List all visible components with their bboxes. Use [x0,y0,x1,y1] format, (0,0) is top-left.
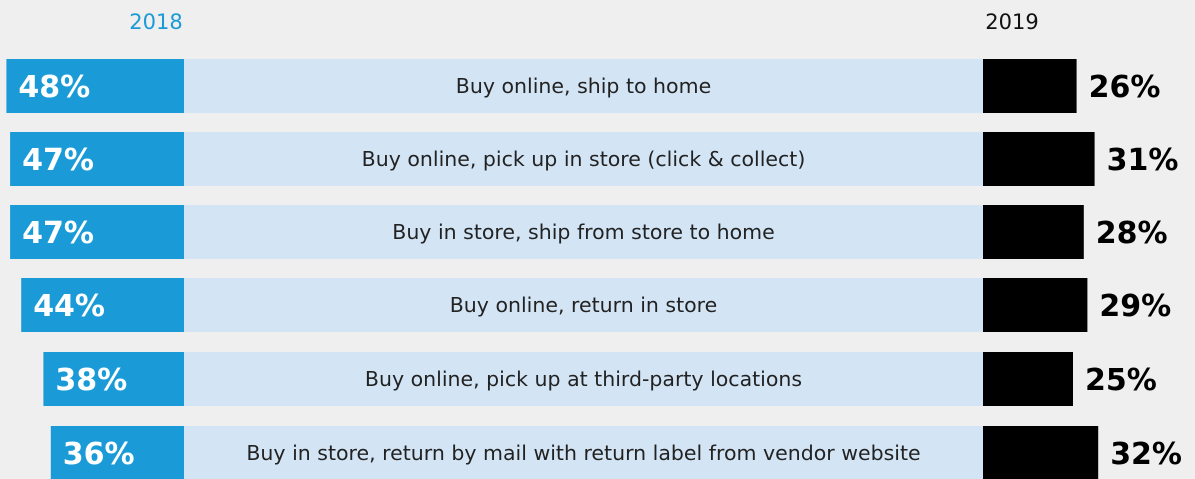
value-label-2019: 32% [1110,437,1182,472]
bar-2019 [983,205,1084,259]
bar-2019 [983,132,1095,186]
value-label-2019: 25% [1085,363,1157,398]
bar-2019 [983,426,1099,479]
category-label: Buy in store, return by mail with return… [246,441,920,465]
category-label: Buy online, return in store [450,293,718,317]
value-label-2018: 47% [22,143,94,178]
value-label-2019: 26% [1089,70,1161,105]
chart: 2018 2019 48% Buy online, ship to home 26%… [6,10,1182,479]
value-label-2018: 38% [55,363,127,398]
category-label: Buy in store, ship from store to home [392,220,775,244]
value-label-2018: 44% [33,289,105,324]
value-label-2019: 29% [1099,289,1171,324]
value-label-2018: 36% [63,437,135,472]
value-label-2019: 31% [1107,143,1179,178]
chart-rows: 48% Buy online, ship to home 26% 47% Buy onl… [6,59,1182,479]
bar-2019 [983,352,1073,406]
legend-2019: 2019 [985,10,1038,34]
bar-2019 [983,278,1088,332]
category-label: Buy online, ship to home [456,74,711,98]
category-label: Buy online, pick up in store (click & co… [362,147,806,171]
value-label-2019: 28% [1096,216,1168,251]
legend-2018: 2018 [129,10,182,34]
category-label: Buy online, pick up at third-party locat… [365,367,802,391]
value-label-2018: 48% [18,70,90,105]
bar-2019 [983,59,1077,113]
value-label-2018: 47% [22,216,94,251]
